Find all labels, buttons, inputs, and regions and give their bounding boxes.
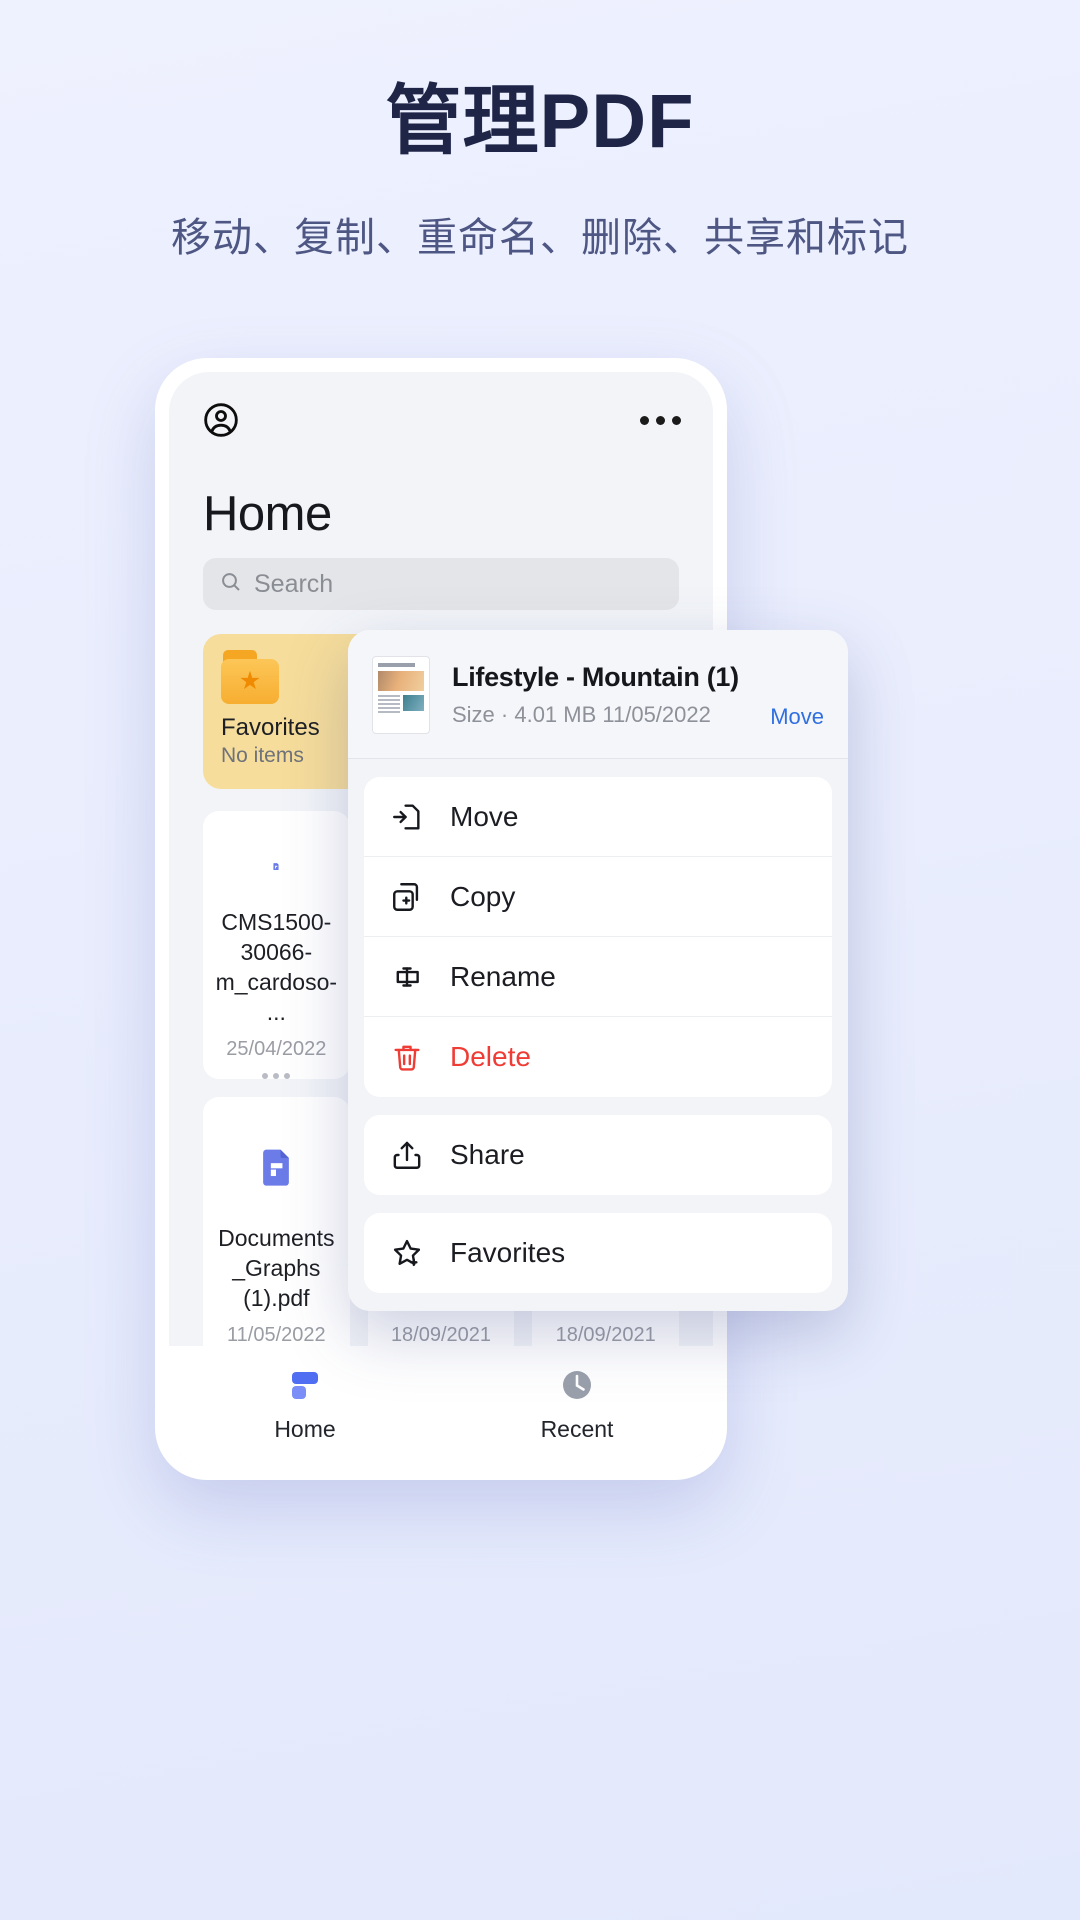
bottom-navigation: Home Recent (169, 1346, 713, 1466)
menu-item-label: Rename (450, 960, 556, 992)
file-name: Documents_Graphs (1).pdf (218, 1225, 335, 1312)
menu-item-label: Move (450, 800, 519, 832)
file-card[interactable]: CMS1500-30066-m_cardoso-... 25/04/2022 (203, 811, 350, 1079)
copy-plus-icon (393, 882, 419, 911)
action-group-primary: Move Copy Rename Delete (364, 777, 832, 1097)
move-link[interactable]: Move (770, 704, 824, 734)
action-group-share: Share (364, 1115, 832, 1195)
action-sheet-header: Lifestyle - Mountain (1) Size · 4.01 MB … (348, 630, 848, 759)
trash-icon (394, 1045, 420, 1071)
menu-item-label: Copy (450, 880, 516, 912)
menu-item-share[interactable]: Share (364, 1115, 832, 1195)
nav-label: Home (274, 1416, 336, 1442)
action-group-favorites: Favorites (364, 1213, 832, 1293)
menu-item-favorites[interactable]: Favorites (364, 1213, 832, 1293)
file-title: Lifestyle - Mountain (1) (452, 662, 739, 692)
menu-item-label: Favorites (450, 1237, 566, 1268)
menu-item-delete[interactable]: Delete (364, 1017, 832, 1097)
home-title: Home (203, 487, 332, 541)
star-plus-icon (393, 1239, 421, 1267)
nav-item-recent[interactable]: Recent (441, 1364, 713, 1443)
folder-star-icon: ★ (221, 650, 283, 704)
document-thumbnail (372, 656, 430, 734)
file-card[interactable]: Documents_Graphs (1).pdf 11/05/2022 (203, 1097, 350, 1365)
action-sheet: Lifestyle - Mountain (1) Size · 4.01 MB … (348, 630, 848, 1311)
file-date: 25/04/2022 (226, 1038, 327, 1060)
more-horizontal-icon[interactable] (640, 415, 681, 425)
file-name: CMS1500-30066-m_cardoso-... (215, 909, 338, 1026)
menu-item-rename[interactable]: Rename (364, 937, 832, 1017)
rename-icon (396, 966, 419, 987)
search-input[interactable]: Search (203, 558, 679, 610)
sheet-bottom-padding (348, 1293, 848, 1311)
page-title: 管理PDF (385, 79, 695, 164)
menu-item-move[interactable]: Move (364, 777, 832, 857)
app-header (169, 372, 713, 440)
more-horizontal-icon[interactable] (262, 1073, 291, 1079)
share-icon (393, 1141, 421, 1169)
page-subtitle: 移动、复制、重命名、删除、共享和标记 (171, 216, 909, 261)
file-meta: Size · 4.01 MB 11/05/2022 (452, 702, 711, 727)
clock-icon (563, 1371, 591, 1399)
menu-item-copy[interactable]: Copy (364, 857, 832, 937)
pdf-file-icon (263, 1149, 290, 1186)
nav-item-home[interactable]: Home (169, 1364, 441, 1443)
file-date: 18/09/2021 (390, 1324, 492, 1346)
pdf-file-icon (273, 863, 279, 871)
home-folder-icon (292, 1372, 318, 1399)
menu-item-label: Share (450, 1139, 525, 1170)
file-date: 11/05/2022 (227, 1324, 326, 1346)
search-icon (219, 570, 243, 599)
hero-section: 管理PDF 移动、复制、重命名、删除、共享和标记 (0, 0, 1080, 263)
move-into-icon (393, 803, 420, 830)
file-date: 18/09/2021 (555, 1324, 656, 1346)
menu-item-label: Delete (450, 1041, 531, 1072)
search-placeholder: Search (254, 569, 334, 598)
nav-label: Recent (540, 1416, 614, 1442)
account-circle-icon[interactable] (201, 400, 241, 440)
